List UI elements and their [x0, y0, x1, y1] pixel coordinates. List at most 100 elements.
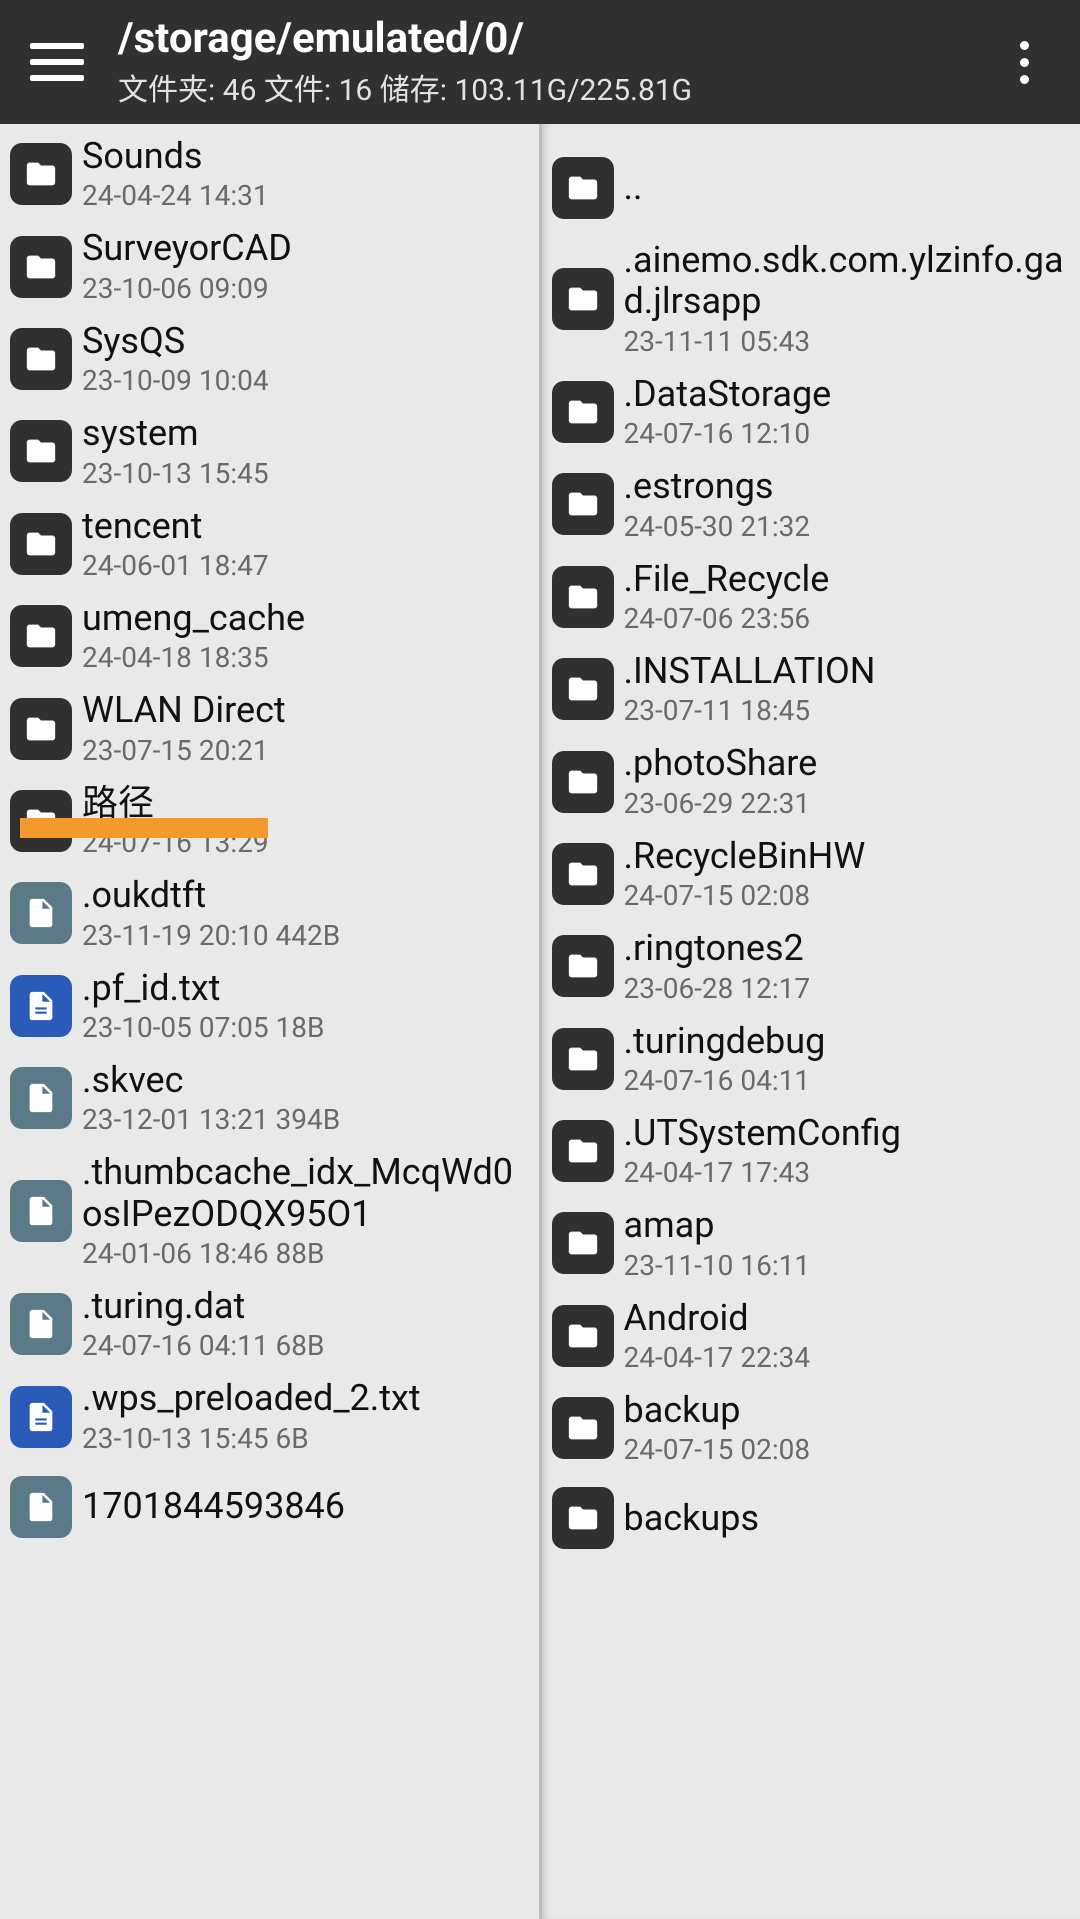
item-meta: 24-07-16 04:11 68B — [82, 1329, 324, 1362]
list-item[interactable]: Android24-04-17 22:34 — [542, 1290, 1080, 1382]
item-name: .INSTALLATION — [624, 651, 876, 692]
folder-icon — [10, 605, 72, 667]
item-name: .File_Recycle — [624, 559, 830, 600]
list-item[interactable]: .wps_preloaded_2.txt23-10-13 15:45 6B — [0, 1370, 539, 1462]
item-meta: 23-11-10 16:11 — [624, 1249, 811, 1282]
file-icon — [10, 1476, 72, 1538]
folder-icon — [10, 143, 72, 205]
folder-icon — [552, 157, 614, 219]
list-item[interactable]: SysQS23-10-09 10:04 — [0, 313, 539, 405]
file-icon — [10, 1067, 72, 1129]
list-item[interactable]: backup24-07-15 02:08 — [542, 1382, 1080, 1474]
item-meta: 24-06-01 18:47 — [82, 549, 269, 582]
item-name: .skvec — [82, 1060, 340, 1101]
list-item[interactable]: .INSTALLATION23-07-11 18:45 — [542, 643, 1080, 735]
item-meta: 23-07-11 18:45 — [624, 694, 876, 727]
list-item[interactable]: .UTSystemConfig24-04-17 17:43 — [542, 1105, 1080, 1197]
item-name: .pf_id.txt — [82, 968, 324, 1009]
text-file-icon — [10, 1386, 72, 1448]
right-list: ...ainemo.sdk.com.ylzinfo.gad.jlrsapp23-… — [542, 124, 1080, 1562]
list-item[interactable]: backups — [542, 1474, 1080, 1562]
list-item[interactable]: system23-10-13 15:45 — [0, 405, 539, 497]
item-meta: 24-07-16 12:10 — [624, 417, 832, 450]
item-meta: 23-11-19 20:10 442B — [82, 919, 340, 952]
item-name: SysQS — [82, 321, 269, 362]
item-name: .ainemo.sdk.com.ylzinfo.gad.jlrsapp — [624, 240, 1069, 323]
folder-icon — [552, 1487, 614, 1549]
folder-icon — [552, 843, 614, 905]
item-meta: 24-04-18 18:35 — [82, 641, 305, 674]
more-vert-icon[interactable] — [996, 34, 1052, 90]
folder-icon — [10, 236, 72, 298]
item-meta: 23-12-01 13:21 394B — [82, 1103, 340, 1136]
item-name: backup — [624, 1390, 811, 1431]
list-item[interactable]: .DataStorage24-07-16 12:10 — [542, 366, 1080, 458]
item-name: SurveyorCAD — [82, 228, 292, 269]
list-item[interactable]: .. — [542, 144, 1080, 232]
highlight-bar — [20, 818, 268, 838]
item-name: .wps_preloaded_2.txt — [82, 1378, 421, 1419]
item-name: .turing.dat — [82, 1286, 324, 1327]
folder-icon — [552, 1120, 614, 1182]
item-meta: 24-01-06 18:46 88B — [82, 1237, 527, 1270]
list-item[interactable]: Sounds24-04-24 14:31 — [0, 128, 539, 220]
item-name: .. — [624, 167, 643, 208]
item-name: WLAN Direct — [82, 690, 286, 731]
list-item[interactable]: .skvec23-12-01 13:21 394B — [0, 1052, 539, 1144]
list-item[interactable]: 1701844593846 — [0, 1463, 539, 1551]
list-item[interactable]: SurveyorCAD23-10-06 09:09 — [0, 220, 539, 312]
file-icon — [10, 882, 72, 944]
item-meta: 24-04-17 17:43 — [624, 1156, 901, 1189]
list-item[interactable]: .turingdebug24-07-16 04:11 — [542, 1013, 1080, 1105]
item-meta: 23-07-15 20:21 — [82, 734, 286, 767]
right-pane: ...ainemo.sdk.com.ylzinfo.gad.jlrsapp23-… — [539, 124, 1080, 1919]
menu-icon[interactable] — [30, 35, 84, 89]
item-meta: 24-07-15 02:08 — [624, 879, 866, 912]
item-meta: 23-10-13 15:45 6B — [82, 1422, 421, 1455]
item-name: .RecycleBinHW — [624, 836, 866, 877]
current-path: /storage/emulated/0/ — [118, 15, 996, 63]
item-name: Sounds — [82, 136, 269, 177]
item-name: .estrongs — [624, 466, 811, 507]
item-name: system — [82, 413, 269, 454]
content: Sounds24-04-24 14:31SurveyorCAD23-10-06 … — [0, 124, 1080, 1919]
item-meta: 24-04-17 22:34 — [624, 1341, 811, 1374]
folder-icon — [552, 1212, 614, 1274]
list-item[interactable]: .photoShare23-06-29 22:31 — [542, 735, 1080, 827]
folder-icon — [552, 473, 614, 535]
item-meta: 24-07-15 02:08 — [624, 1433, 811, 1466]
item-name: .UTSystemConfig — [624, 1113, 901, 1154]
item-meta: 23-10-13 15:45 — [82, 457, 269, 490]
list-item[interactable]: .turing.dat24-07-16 04:11 68B — [0, 1278, 539, 1370]
folder-icon — [552, 751, 614, 813]
folder-icon — [10, 420, 72, 482]
storage-stats: 文件夹: 46 文件: 16 储存: 103.11G/225.81G — [118, 65, 996, 109]
item-meta: 23-11-11 05:43 — [624, 325, 1069, 358]
list-item[interactable]: .thumbcache_idx_McqWd0osIPezODQX95O124-0… — [0, 1144, 539, 1278]
list-item[interactable]: tencent24-06-01 18:47 — [0, 498, 539, 590]
list-item[interactable]: .File_Recycle24-07-06 23:56 — [542, 551, 1080, 643]
item-meta: 24-05-30 21:32 — [624, 510, 811, 543]
title-block: /storage/emulated/0/ 文件夹: 46 文件: 16 储存: … — [118, 15, 996, 109]
folder-icon — [10, 513, 72, 575]
folder-icon — [552, 935, 614, 997]
item-name: amap — [624, 1205, 811, 1246]
item-name: backups — [624, 1498, 760, 1539]
list-item[interactable]: umeng_cache24-04-18 18:35 — [0, 590, 539, 682]
item-meta: 24-04-24 14:31 — [82, 179, 269, 212]
list-item[interactable]: .oukdtft23-11-19 20:10 442B — [0, 867, 539, 959]
folder-icon — [552, 1305, 614, 1367]
list-item[interactable]: .ringtones223-06-28 12:17 — [542, 920, 1080, 1012]
list-item[interactable]: .ainemo.sdk.com.ylzinfo.gad.jlrsapp23-11… — [542, 232, 1080, 366]
list-item[interactable]: WLAN Direct23-07-15 20:21 — [0, 682, 539, 774]
list-item[interactable]: .RecycleBinHW24-07-15 02:08 — [542, 828, 1080, 920]
folder-icon — [552, 658, 614, 720]
item-name: umeng_cache — [82, 598, 305, 639]
app-header: /storage/emulated/0/ 文件夹: 46 文件: 16 储存: … — [0, 0, 1080, 124]
list-item[interactable]: .pf_id.txt23-10-05 07:05 18B — [0, 960, 539, 1052]
item-name: .ringtones2 — [624, 928, 811, 969]
list-item[interactable]: .estrongs24-05-30 21:32 — [542, 458, 1080, 550]
list-item[interactable]: amap23-11-10 16:11 — [542, 1197, 1080, 1289]
item-name: tencent — [82, 506, 269, 547]
folder-icon — [10, 698, 72, 760]
